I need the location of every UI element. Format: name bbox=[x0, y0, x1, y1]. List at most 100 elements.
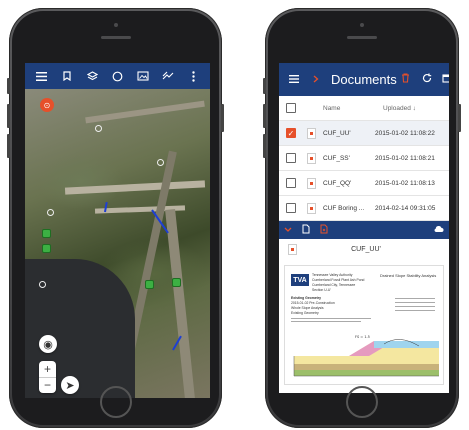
front-camera bbox=[113, 23, 118, 27]
preview-file-name: CUF_UU' bbox=[351, 245, 381, 253]
volume-down bbox=[263, 134, 266, 158]
row-name: CUF_UU' bbox=[323, 129, 351, 137]
table-row[interactable]: ✓ CUF_UU' 2015-01-02 11:08:22 bbox=[279, 121, 449, 146]
zoom-control: + − bbox=[39, 361, 56, 393]
map-terrain bbox=[85, 100, 205, 124]
pdf-file-icon bbox=[307, 127, 316, 139]
factor-of-safety: FS = 1.5 bbox=[355, 335, 370, 339]
pdf-preview[interactable]: TVA Tennessee Valley Authority Cumberlan… bbox=[284, 265, 444, 385]
text-line bbox=[291, 321, 361, 322]
plant-location: Cumberland City, Tennessee bbox=[312, 283, 356, 287]
column-name[interactable]: Name bbox=[323, 105, 375, 112]
org-name: Tennessee Valley Authority bbox=[312, 273, 353, 277]
phone-right: Documents Name Uploaded ↓ ✓ CUF_UU' 2015… bbox=[263, 8, 461, 428]
preview-toolbar bbox=[279, 221, 449, 239]
text-line bbox=[395, 306, 435, 307]
delete-icon[interactable] bbox=[401, 73, 410, 86]
more-icon[interactable] bbox=[184, 67, 202, 85]
section-name: Section U-U' bbox=[312, 288, 331, 292]
table-row[interactable]: CUF Boring ... 2014-02-14 09:31:05 bbox=[279, 196, 449, 221]
location-pin[interactable]: ⊙ bbox=[40, 98, 54, 112]
row-date: 2015-01-02 11:08:13 bbox=[375, 179, 435, 187]
volume-up bbox=[7, 104, 10, 128]
bookmark-icon[interactable] bbox=[58, 67, 76, 85]
zoom-in-button[interactable]: + bbox=[39, 361, 56, 377]
map-road bbox=[64, 180, 206, 195]
slope-cross-section: FS = 1.5 bbox=[289, 326, 441, 381]
volume-down bbox=[7, 134, 10, 158]
phone-left: ⊙ ◉ + − ➤ bbox=[7, 8, 224, 428]
window-icon[interactable] bbox=[442, 73, 449, 86]
documents-table: Name Uploaded ↓ ✓ CUF_UU' 2015-01-02 11:… bbox=[279, 96, 449, 221]
existing-geometry-title: Existing Geometry bbox=[291, 296, 321, 300]
text-line bbox=[291, 318, 371, 319]
row-name: CUF_QQ' bbox=[323, 179, 352, 187]
map-marker[interactable] bbox=[47, 209, 54, 216]
chevron-right-icon[interactable] bbox=[313, 74, 319, 86]
plant-name: Cumberland Fossil Plant Ash Pond bbox=[312, 278, 365, 282]
pdf-file-icon bbox=[307, 152, 316, 164]
survey-marker[interactable] bbox=[42, 229, 51, 238]
tva-logo: TVA bbox=[291, 274, 309, 286]
compass-button[interactable]: ➤ bbox=[61, 376, 79, 394]
circle-icon[interactable] bbox=[108, 67, 126, 85]
refresh-icon[interactable] bbox=[422, 73, 432, 86]
row-date: 2015-01-02 11:08:21 bbox=[375, 154, 435, 162]
menu-icon[interactable] bbox=[289, 74, 299, 86]
row-checkbox[interactable] bbox=[286, 203, 296, 213]
survey-marker[interactable] bbox=[145, 280, 154, 289]
menu-icon[interactable] bbox=[33, 67, 51, 85]
cloud-download-icon[interactable] bbox=[433, 225, 444, 235]
my-location-button[interactable]: ◉ bbox=[39, 335, 57, 353]
mute-switch bbox=[263, 78, 266, 94]
map-terrain bbox=[165, 208, 195, 398]
select-all-checkbox[interactable] bbox=[286, 103, 296, 113]
column-uploaded-label: Uploaded bbox=[383, 104, 411, 112]
power-button bbox=[221, 104, 224, 132]
location-marker-icon: ◉ bbox=[43, 338, 53, 351]
layers-icon[interactable] bbox=[83, 67, 101, 85]
text-line bbox=[395, 302, 435, 303]
front-camera bbox=[360, 23, 364, 27]
row-checkbox[interactable]: ✓ bbox=[286, 128, 296, 138]
arrow-down-icon: ↓ bbox=[412, 104, 416, 112]
pdf-file-icon bbox=[288, 243, 297, 255]
chevron-down-icon[interactable] bbox=[284, 225, 292, 235]
row-checkbox[interactable] bbox=[286, 178, 296, 188]
page-title: Documents bbox=[331, 72, 397, 87]
file-icon[interactable] bbox=[302, 224, 310, 236]
row-name: CUF_SS' bbox=[323, 154, 350, 162]
satellite-map[interactable]: ⊙ ◉ + − ➤ bbox=[25, 89, 210, 398]
map-marker[interactable] bbox=[95, 125, 102, 132]
analysis-date: 2015-01-02 Pre-Construction bbox=[291, 301, 335, 305]
map-toolbar bbox=[25, 63, 210, 89]
text-line bbox=[395, 310, 435, 311]
speaker bbox=[100, 36, 131, 39]
home-button[interactable] bbox=[346, 386, 378, 418]
map-marker[interactable] bbox=[39, 281, 46, 288]
table-row[interactable]: CUF_QQ' 2015-01-02 11:08:13 bbox=[279, 171, 449, 196]
delete-file-icon[interactable] bbox=[320, 224, 328, 236]
text-line bbox=[395, 298, 435, 299]
pdf-file-icon bbox=[307, 177, 316, 189]
survey-marker[interactable] bbox=[42, 244, 51, 253]
table-row[interactable]: CUF_SS' 2015-01-02 11:08:21 bbox=[279, 146, 449, 171]
survey-marker[interactable] bbox=[172, 278, 181, 287]
row-checkbox[interactable] bbox=[286, 153, 296, 163]
analysis-type: Whole Slope Analysis bbox=[291, 306, 324, 310]
power-button bbox=[458, 104, 461, 132]
zoom-out-button[interactable]: − bbox=[39, 376, 56, 394]
preview-file-header: CUF_UU' bbox=[279, 239, 449, 259]
image-icon[interactable] bbox=[134, 67, 152, 85]
row-date: 2014-02-14 09:31:05 bbox=[375, 204, 436, 212]
navigation-icon: ➤ bbox=[65, 379, 75, 392]
map-marker[interactable] bbox=[157, 159, 164, 166]
scenario-text: Existing Geometry bbox=[291, 311, 319, 315]
row-date: 2015-01-02 11:08:22 bbox=[375, 129, 435, 137]
column-uploaded[interactable]: Uploaded ↓ bbox=[375, 105, 449, 112]
documents-screen: Documents Name Uploaded ↓ ✓ CUF_UU' 2015… bbox=[279, 63, 449, 393]
pdf-file-icon bbox=[307, 202, 316, 214]
home-button[interactable] bbox=[99, 386, 132, 418]
table-header: Name Uploaded ↓ bbox=[279, 96, 449, 121]
measure-icon[interactable] bbox=[159, 67, 177, 85]
